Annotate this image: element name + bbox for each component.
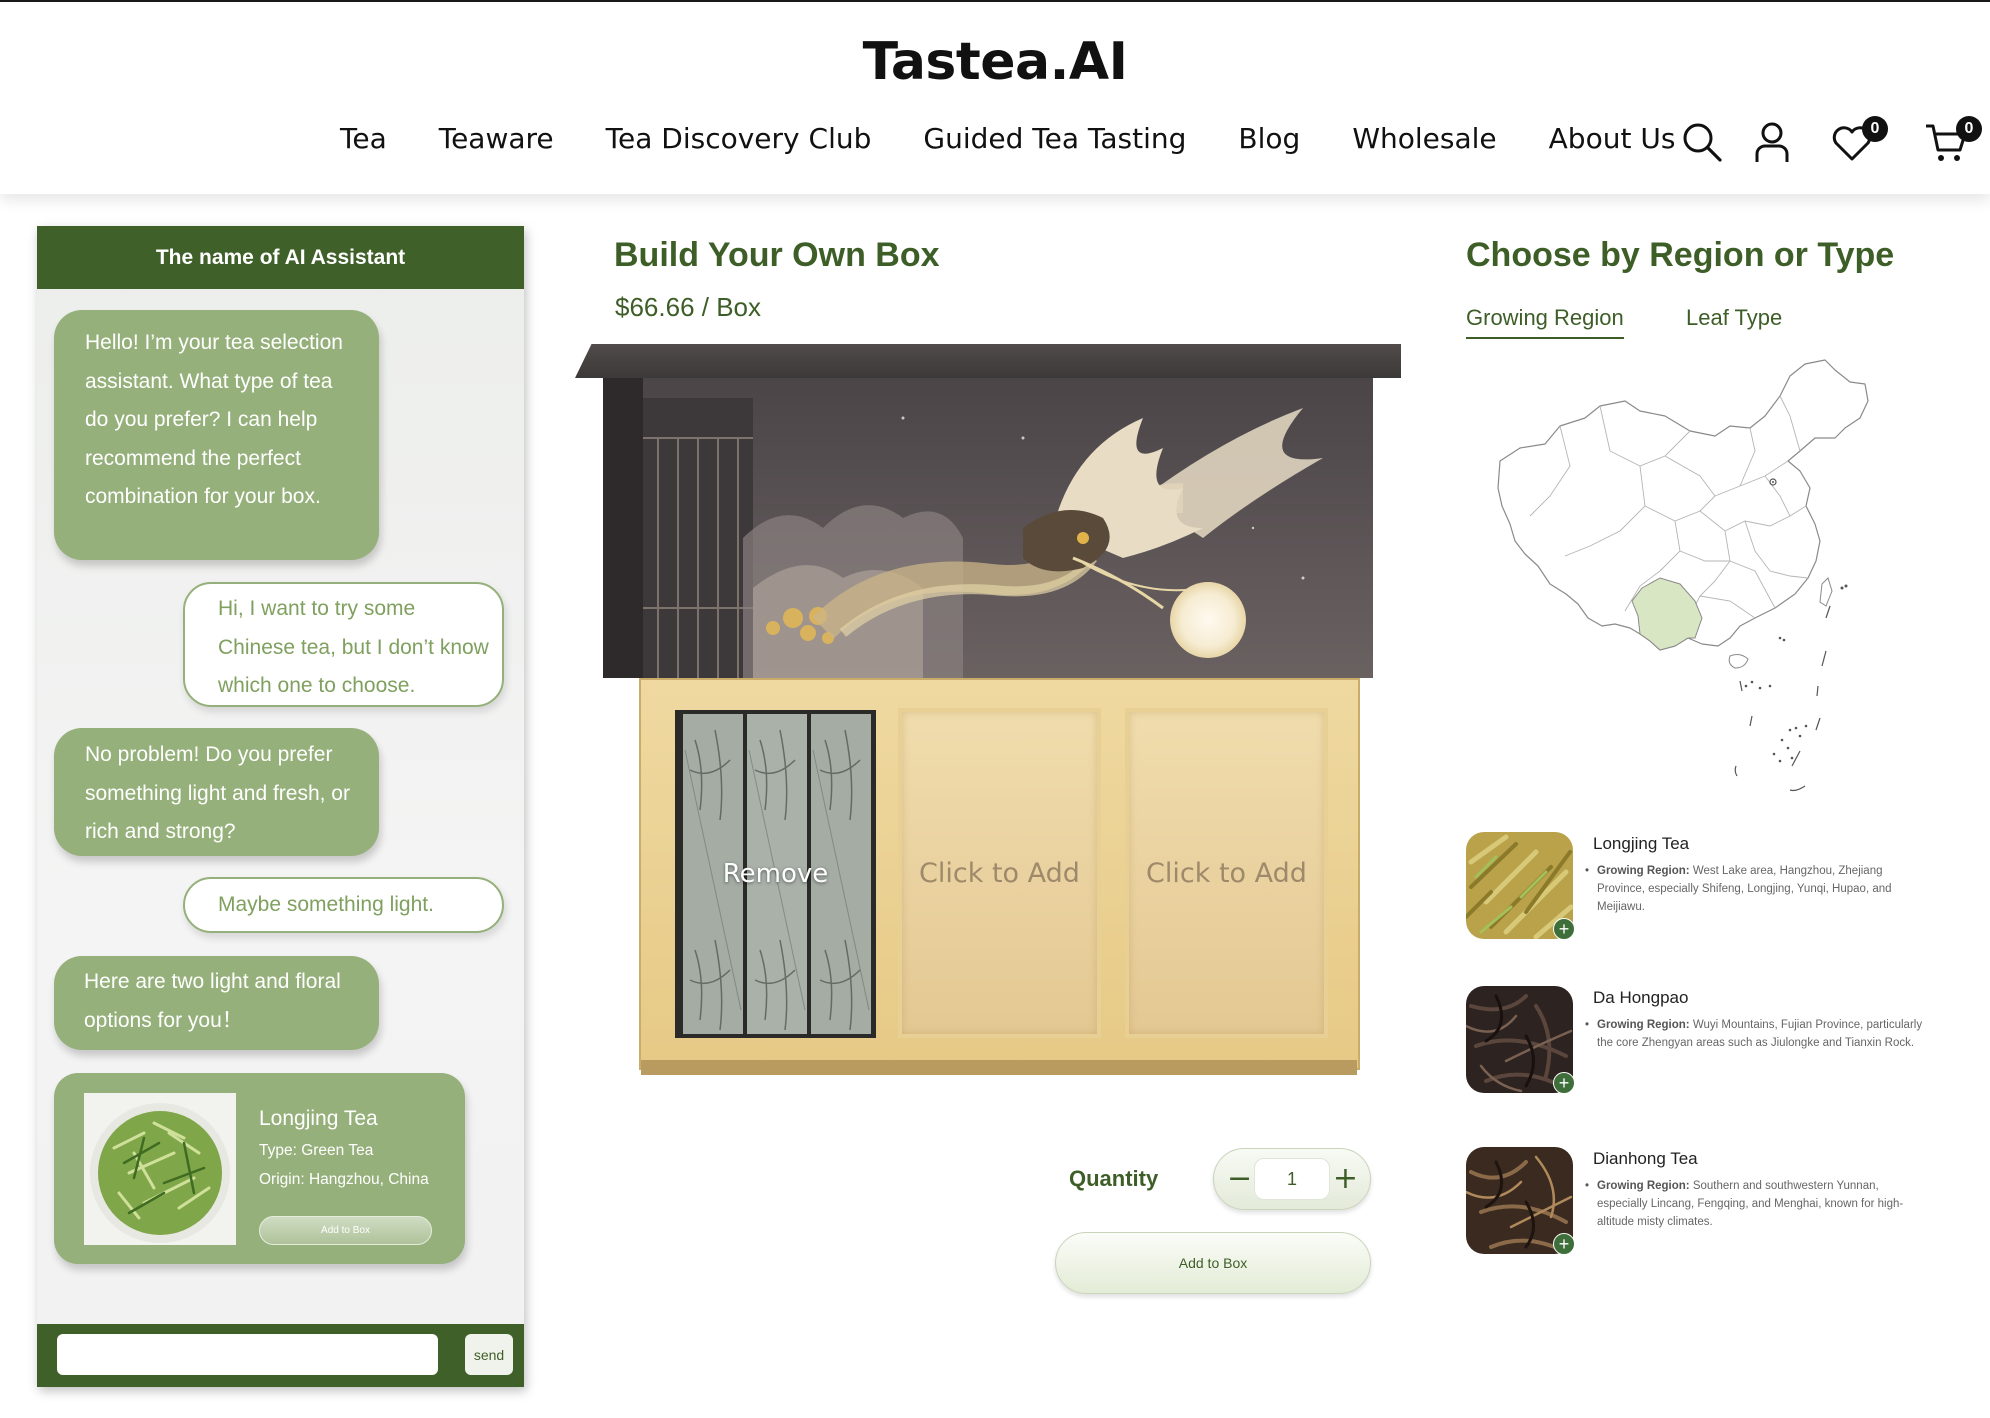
header-icons: 0 0	[1680, 116, 1982, 164]
tea-growing-region: Growing Region: Southern and southwester…	[1585, 1177, 1927, 1231]
user-icon[interactable]	[1750, 120, 1794, 164]
wishlist-count-badge: 0	[1862, 116, 1888, 142]
cart-count-badge: 0	[1956, 116, 1982, 142]
chat-message-user: Hi, I want to try some Chinese tea, but …	[183, 582, 504, 707]
nav-item-about-us[interactable]: About Us	[1549, 122, 1676, 155]
add-da-hongpao-plus-icon[interactable]: +	[1553, 1072, 1575, 1094]
nav-item-tea-discovery-club[interactable]: Tea Discovery Club	[606, 122, 872, 155]
tab-growing-region[interactable]: Growing Region	[1466, 305, 1624, 339]
chat-message-ai: No problem! Do you prefer something ligh…	[54, 728, 379, 856]
product-origin: Origin: Hangzhou, China	[259, 1171, 429, 1188]
chat-input-bar: send	[37, 1324, 524, 1387]
quantity-increase-button[interactable]: +	[1333, 1161, 1358, 1197]
gift-box-preview: Remove Click to Add Click to Add	[575, 340, 1401, 1075]
product-name: Longjing Tea	[259, 1107, 378, 1130]
site-header: Tastea.AI Tea Teaware Tea Discovery Club…	[0, 0, 1990, 194]
tea-desc-label: Growing Region:	[1597, 1019, 1690, 1031]
add-to-box-button[interactable]: Add to Box	[1055, 1232, 1371, 1294]
quantity-label: Quantity	[1069, 1166, 1159, 1191]
click-to-add-slot-2[interactable]: Click to Add	[919, 858, 1080, 889]
remove-slot-1-button[interactable]: Remove	[675, 710, 876, 1038]
nav-item-blog[interactable]: Blog	[1238, 122, 1300, 155]
chat-message-user: Maybe something light.	[183, 877, 504, 933]
tea-name: Longjing Tea	[1593, 834, 1690, 853]
recommended-product-card: Longjing Tea Type: Green Tea Origin: Han…	[54, 1073, 465, 1264]
tea-list-item-da-hongpao: + Da Hongpao Growing Region: Wuyi Mounta…	[1466, 986, 1922, 1096]
box-slot-2-empty[interactable]: Click to Add	[898, 708, 1101, 1038]
product-type: Type: Green Tea	[259, 1142, 374, 1159]
box-tray-base	[641, 1060, 1357, 1075]
nav-item-guided-tea-tasting[interactable]: Guided Tea Tasting	[923, 122, 1186, 155]
tea-name: Dianhong Tea	[1593, 1149, 1698, 1168]
nav-item-teaware[interactable]: Teaware	[439, 122, 554, 155]
dragon-lid-artwork	[603, 378, 1373, 678]
chat-message-ai: Here are two light and floral options fo…	[54, 956, 379, 1050]
quantity-input[interactable]: 1	[1254, 1158, 1330, 1200]
main-nav: Tea Teaware Tea Discovery Club Guided Te…	[340, 122, 1675, 155]
send-button[interactable]: send	[465, 1334, 513, 1375]
nav-item-wholesale[interactable]: Wholesale	[1352, 122, 1496, 155]
click-to-add-slot-3[interactable]: Click to Add	[1146, 858, 1307, 889]
chat-message-ai: Hello! I’m your tea selection assistant.…	[54, 310, 379, 560]
tea-growing-region: Growing Region: West Lake area, Hangzhou…	[1585, 862, 1927, 916]
wishlist-heart-icon[interactable]: 0	[1830, 116, 1888, 164]
tea-desc-label: Growing Region:	[1597, 1180, 1690, 1192]
quantity-decrease-button[interactable]: −	[1227, 1161, 1252, 1197]
region-section-title: Choose by Region or Type	[1466, 236, 1895, 274]
add-dianhong-plus-icon[interactable]: +	[1553, 1233, 1575, 1255]
tab-leaf-type[interactable]: Leaf Type	[1686, 305, 1782, 331]
box-slot-1-filled[interactable]: Remove	[675, 710, 876, 1038]
quantity-stepper: − 1 +	[1213, 1148, 1371, 1210]
longjing-tea-image	[84, 1093, 236, 1245]
box-lid-edge	[575, 344, 1401, 378]
tea-growing-region: Growing Region: Wuyi Mountains, Fujian P…	[1585, 1016, 1927, 1052]
page-title: Build Your Own Box	[614, 236, 940, 274]
chat-message-input[interactable]	[57, 1334, 438, 1375]
search-icon[interactable]	[1680, 120, 1724, 164]
cart-icon[interactable]: 0	[1924, 116, 1982, 164]
chat-title: The name of AI Assistant	[37, 226, 524, 289]
china-region-map[interactable]	[1490, 356, 1880, 796]
ai-assistant-panel: The name of AI Assistant Hello! I’m your…	[37, 226, 524, 1387]
tea-list-item-dianhong: + Dianhong Tea Growing Region: Southern …	[1466, 1147, 1916, 1257]
box-price: $66.66 / Box	[615, 292, 761, 322]
tea-list-item-longjing: + Longjing Tea Growing Region: West Lake…	[1466, 832, 1916, 942]
site-logo[interactable]: Tastea.AI	[0, 32, 1990, 92]
add-longjing-plus-icon[interactable]: +	[1553, 918, 1575, 940]
chat-add-to-box-button[interactable]: Add to Box	[259, 1216, 432, 1245]
tea-name: Da Hongpao	[1593, 988, 1689, 1007]
nav-item-tea[interactable]: Tea	[340, 122, 387, 155]
box-slot-3-empty[interactable]: Click to Add	[1125, 708, 1328, 1038]
tea-desc-label: Growing Region:	[1597, 865, 1690, 877]
